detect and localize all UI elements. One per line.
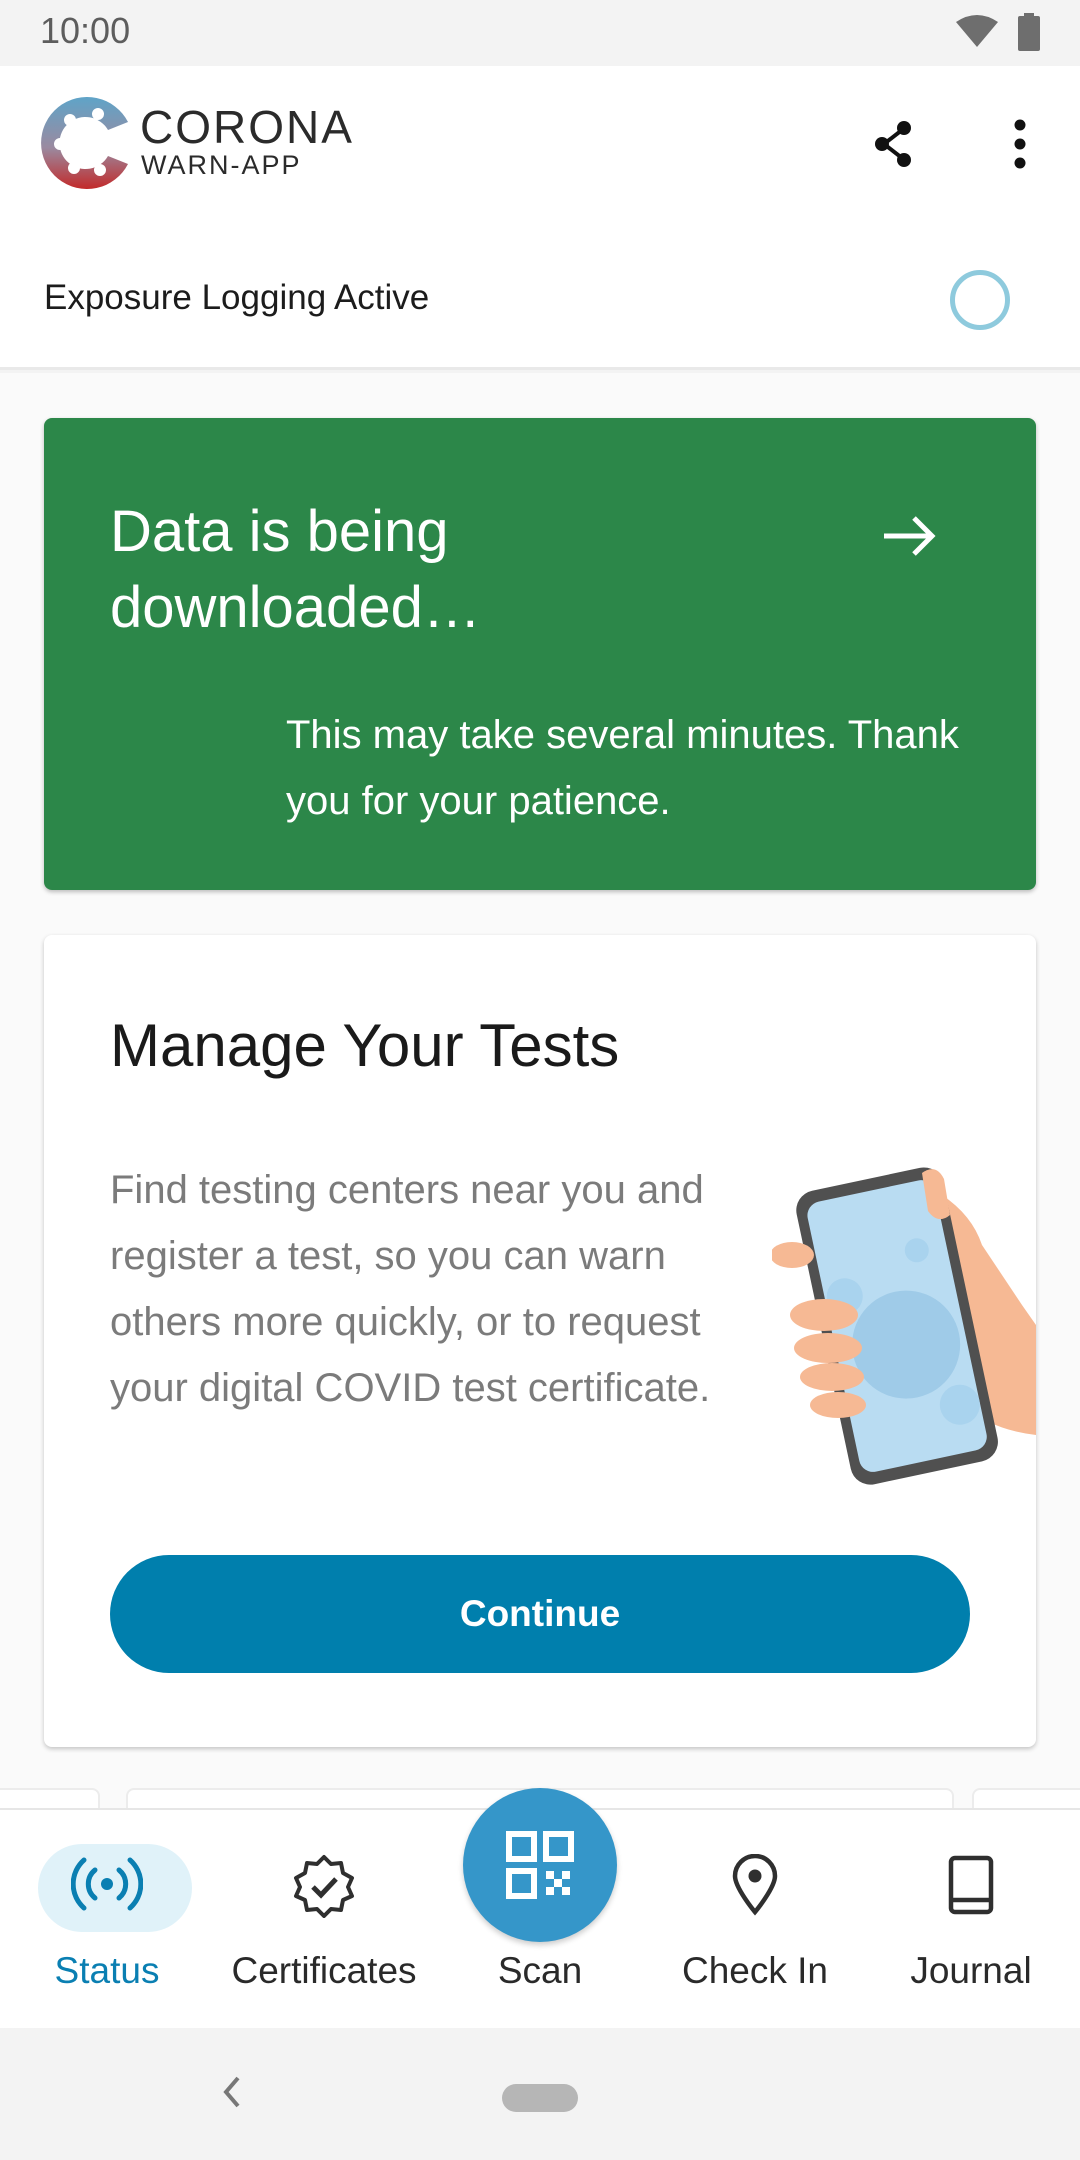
share-button[interactable] (866, 116, 922, 172)
radio-waves-icon (70, 1854, 144, 1919)
back-chevron-icon[interactable] (218, 2070, 246, 2119)
exposure-logging-label: Exposure Logging Active (44, 278, 430, 317)
book-icon (946, 1854, 996, 1921)
system-navigation-bar (0, 2028, 1080, 2160)
app-screen: 10:00 CORONA WARN-APP Exposure Logging A… (0, 0, 1080, 2160)
manage-tests-title: Manage Your Tests (110, 1012, 620, 1079)
nav-label-scan: Scan (497, 1950, 583, 1991)
manage-tests-card: Manage Your Tests Find testing centers n… (44, 935, 1036, 1747)
nav-label-status: Status (54, 1950, 160, 1991)
logo-text-warn-app: WARN-APP (141, 150, 302, 180)
nav-item-certificates[interactable]: Certificates (224, 1810, 424, 2030)
status-time: 10:00 (40, 10, 131, 51)
more-vert-icon (992, 119, 1048, 176)
wifi-icon (955, 14, 999, 53)
app-bar: CORONA WARN-APP (0, 66, 1080, 234)
download-status-card[interactable]: Data is being downloaded… This may take … (44, 418, 1036, 890)
bottom-navigation: Status Certificates Scan Check In Journa… (0, 1788, 1080, 2030)
nav-item-status[interactable]: Status (7, 1810, 207, 2030)
download-card-title: Data is being downloaded… (110, 499, 481, 640)
download-card-body: This may take several minutes. Thank you… (286, 713, 959, 823)
exposure-status-ring-icon (950, 270, 1010, 330)
continue-button[interactable]: Continue (110, 1555, 970, 1673)
nav-label-certificates: Certificates (231, 1950, 417, 1991)
home-content[interactable]: Data is being downloaded… This may take … (0, 373, 1080, 1808)
manage-tests-body: Find testing centers near you and regist… (110, 1168, 711, 1410)
nav-item-scan[interactable]: Scan (440, 1810, 640, 2030)
share-icon (866, 121, 922, 176)
certificate-badge-icon (292, 1854, 356, 1923)
more-options-button[interactable] (992, 116, 1048, 172)
nav-label-check-in: Check In (681, 1950, 828, 1991)
location-pin-icon (730, 1853, 780, 1921)
nav-item-journal[interactable]: Journal (871, 1810, 1071, 2030)
exposure-logging-row[interactable]: Exposure Logging Active (0, 234, 1080, 370)
peek-card-right (972, 1788, 1080, 1808)
battery-icon (1018, 13, 1040, 56)
peek-card-left (0, 1788, 100, 1808)
status-bar: 10:00 (0, 0, 1080, 66)
logo-text-corona: CORONA (140, 101, 354, 153)
hand-holding-phone-illustration-icon (770, 1155, 1038, 1490)
arrow-right-icon (882, 514, 938, 563)
nav-item-check-in[interactable]: Check In (655, 1810, 855, 2030)
nav-label-journal: Journal (910, 1950, 1032, 1991)
home-pill-icon[interactable] (502, 2084, 578, 2112)
corona-warn-app-logo-icon (40, 92, 132, 197)
